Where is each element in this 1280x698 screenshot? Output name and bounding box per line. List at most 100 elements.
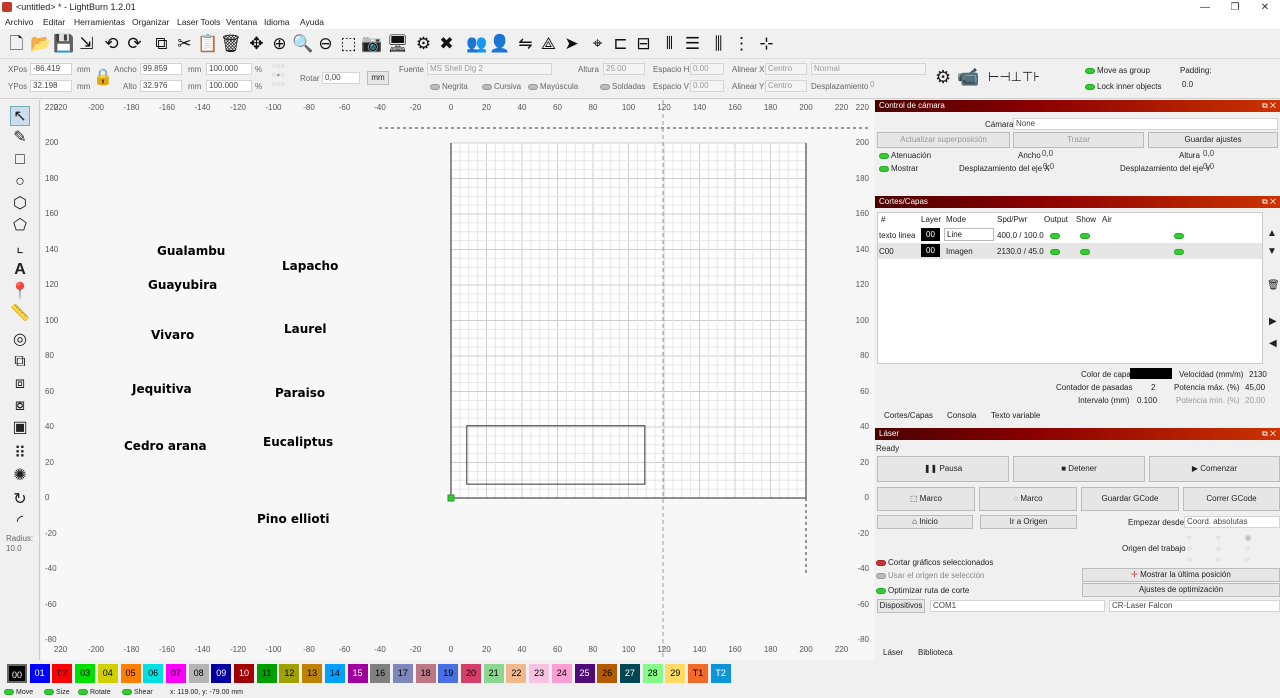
palette-swatch-18[interactable]: 18	[415, 664, 436, 683]
cam-ancho-field[interactable]: 0,0	[1040, 149, 1110, 161]
palette-swatch-21[interactable]: 21	[483, 664, 504, 683]
label-pino-ellioti[interactable]: Pino ellioti	[257, 512, 329, 526]
palette-swatch-02[interactable]: 02	[52, 664, 73, 683]
expand-icon[interactable]: ▶	[1269, 316, 1277, 327]
palette-swatch-17[interactable]: 17	[392, 664, 413, 683]
move-mode-toggle[interactable]: Move	[4, 689, 33, 696]
delete-icon[interactable]: 🗑	[220, 33, 242, 54]
camera-capture-icon[interactable]: 📹	[957, 67, 979, 88]
ajustes-opt-button[interactable]: Ajustes de optimización	[1082, 583, 1280, 597]
ir-origen-button[interactable]: Ir a Origen	[980, 515, 1077, 529]
palette-swatch-00[interactable]: 00	[7, 664, 27, 683]
menu-ayuda[interactable]: Ayuda	[300, 17, 324, 27]
camara-select[interactable]: None	[1013, 118, 1278, 130]
label-laurel[interactable]: Laurel	[284, 322, 326, 336]
pausa-button[interactable]: ❚❚ Pausa	[877, 456, 1009, 482]
camera-panel-close-icon[interactable]: ⧉ ✕	[1262, 100, 1276, 112]
tab-laser[interactable]: Láser	[883, 648, 903, 657]
usar-origen-toggle[interactable]: Usar el origen de selección	[876, 571, 985, 580]
palette-swatch-22[interactable]: 22	[506, 664, 527, 683]
row-show-toggle[interactable]	[1080, 247, 1092, 256]
align-vertical-icon[interactable]: ⊟	[633, 33, 654, 54]
optimizar-ruta-toggle[interactable]: Optimizar ruta de corte	[876, 586, 969, 595]
position-tool-icon[interactable]: 📍	[10, 282, 30, 302]
pasadas-field[interactable]: 2	[1151, 383, 1155, 392]
row-show-toggle[interactable]	[1080, 231, 1092, 240]
palette-swatch-13[interactable]: 13	[302, 664, 323, 683]
palette-swatch-19[interactable]: 19	[438, 664, 459, 683]
espacio-h-field[interactable]: 0.00	[690, 63, 724, 75]
job-origin-grid[interactable]: ○○◉ ○○○ ○○○	[1187, 532, 1257, 566]
palette-swatch-07[interactable]: 07	[165, 664, 186, 683]
rotar-field[interactable]: 0,00	[322, 72, 360, 84]
size-mode-toggle[interactable]: Size	[44, 689, 70, 696]
palette-swatch-11[interactable]: 11	[256, 664, 277, 683]
palette-swatch-06[interactable]: 06	[143, 664, 164, 683]
palette-swatch-08[interactable]: 08	[188, 664, 209, 683]
color-capa-swatch[interactable]	[1130, 368, 1172, 379]
scale-y-field[interactable]: 100.000	[206, 80, 252, 92]
align-tools-icon[interactable]: ⊢⊣⊥⊤⊦	[988, 69, 1040, 85]
pot-max-field[interactable]: 45,00	[1245, 383, 1265, 392]
palette-swatch-05[interactable]: 05	[120, 664, 141, 683]
com-select[interactable]: COM1	[930, 600, 1105, 612]
label-gualambu[interactable]: Gualambu	[157, 244, 225, 258]
grid-array-icon[interactable]: ⠿	[10, 444, 30, 464]
rectangle-tool-icon[interactable]: □	[10, 150, 30, 170]
palette-swatch-12[interactable]: 12	[279, 664, 300, 683]
corner-tool-icon[interactable]: ⌞	[10, 238, 30, 258]
palette-swatch-26[interactable]: 26	[597, 664, 618, 683]
palette-swatch-T1[interactable]: T1	[688, 664, 708, 683]
open-folder-icon[interactable]: 📂	[30, 33, 51, 54]
move-layer-up-icon[interactable]: ▲	[1267, 228, 1277, 239]
detener-button[interactable]: ■ Detener	[1013, 456, 1145, 482]
empezar-select[interactable]: Coord. absolutas	[1184, 516, 1280, 528]
send-icon[interactable]: ➤	[561, 33, 582, 54]
shear-mode-toggle[interactable]: Shear	[122, 689, 153, 696]
ungroup-icon[interactable]: 👤	[489, 33, 510, 54]
anchor-grid-icon[interactable]: ○○○ ○●○ ○○○	[272, 62, 296, 92]
menu-editar[interactable]: Editar	[43, 17, 65, 27]
normal-select[interactable]: Normal	[811, 63, 926, 75]
palette-swatch-01[interactable]: 01	[29, 664, 50, 683]
table-row[interactable]: C00 00 Imagen 2130.0 / 45.0	[878, 243, 1262, 259]
camera-settings-icon[interactable]: ⚙	[935, 67, 951, 88]
redo-icon[interactable]: ⟳	[124, 33, 145, 54]
palette-swatch-16[interactable]: 16	[370, 664, 391, 683]
circular-array-icon[interactable]: ✺	[10, 466, 30, 486]
tab-biblioteca[interactable]: Biblioteca	[918, 648, 953, 657]
lock-inner-toggle[interactable]: Lock inner objects	[1085, 82, 1161, 91]
row-output-toggle[interactable]	[1050, 247, 1062, 256]
new-file-icon[interactable]: 🗋	[6, 33, 27, 54]
atenuacion-toggle[interactable]: Atenuación	[879, 151, 931, 160]
space-h-icon[interactable]: ⫼	[708, 33, 729, 54]
palette-swatch-04[interactable]: 04	[97, 664, 118, 683]
radius-tool-icon[interactable]: ◜	[10, 512, 30, 532]
palette-swatch-10[interactable]: 10	[234, 664, 254, 683]
padding-field[interactable]: 0.0	[1180, 80, 1210, 92]
palette-swatch-24[interactable]: 24	[551, 664, 572, 683]
mirror-icon[interactable]: ⟁	[538, 33, 559, 54]
rotate-mode-toggle[interactable]: Rotate	[78, 689, 111, 696]
scale-x-field[interactable]: 100.000	[206, 63, 252, 75]
paste-icon[interactable]: 📋	[197, 33, 218, 54]
rotate-tool-icon[interactable]: ↻	[10, 490, 30, 510]
palette-swatch-25[interactable]: 25	[574, 664, 595, 683]
pen-tool-icon[interactable]: ✎	[10, 128, 30, 148]
distribute-v-icon[interactable]: ☰	[682, 33, 703, 54]
boolean-subtract-icon[interactable]: ⧈	[10, 374, 30, 394]
palette-swatch-03[interactable]: 03	[75, 664, 96, 683]
cuts-panel-close-icon[interactable]: ⧉ ✕	[1262, 196, 1276, 208]
menu-archivo[interactable]: Archivo	[5, 17, 33, 27]
mm-button[interactable]: mm	[367, 71, 389, 85]
menu-idioma[interactable]: Idioma	[264, 17, 290, 27]
canvas-area[interactable]: 220 -200 -180 -160 -140 -120 -100 -80 -60 -40 -20 0…	[41, 100, 874, 660]
font-select[interactable]: MS Shell Dlg 2	[427, 63, 552, 75]
mostrar-toggle[interactable]: Mostrar	[879, 164, 918, 173]
ypos-field[interactable]: 32.198	[30, 80, 72, 92]
move-icon[interactable]: ✥	[246, 33, 267, 54]
boolean-intersect-icon[interactable]: ⧇	[10, 396, 30, 416]
label-guayubira[interactable]: Guayubira	[148, 278, 217, 292]
tab-cortes-capas[interactable]: Cortes/Capas	[884, 411, 933, 420]
label-cedro-arana[interactable]: Cedro arana	[124, 439, 207, 453]
